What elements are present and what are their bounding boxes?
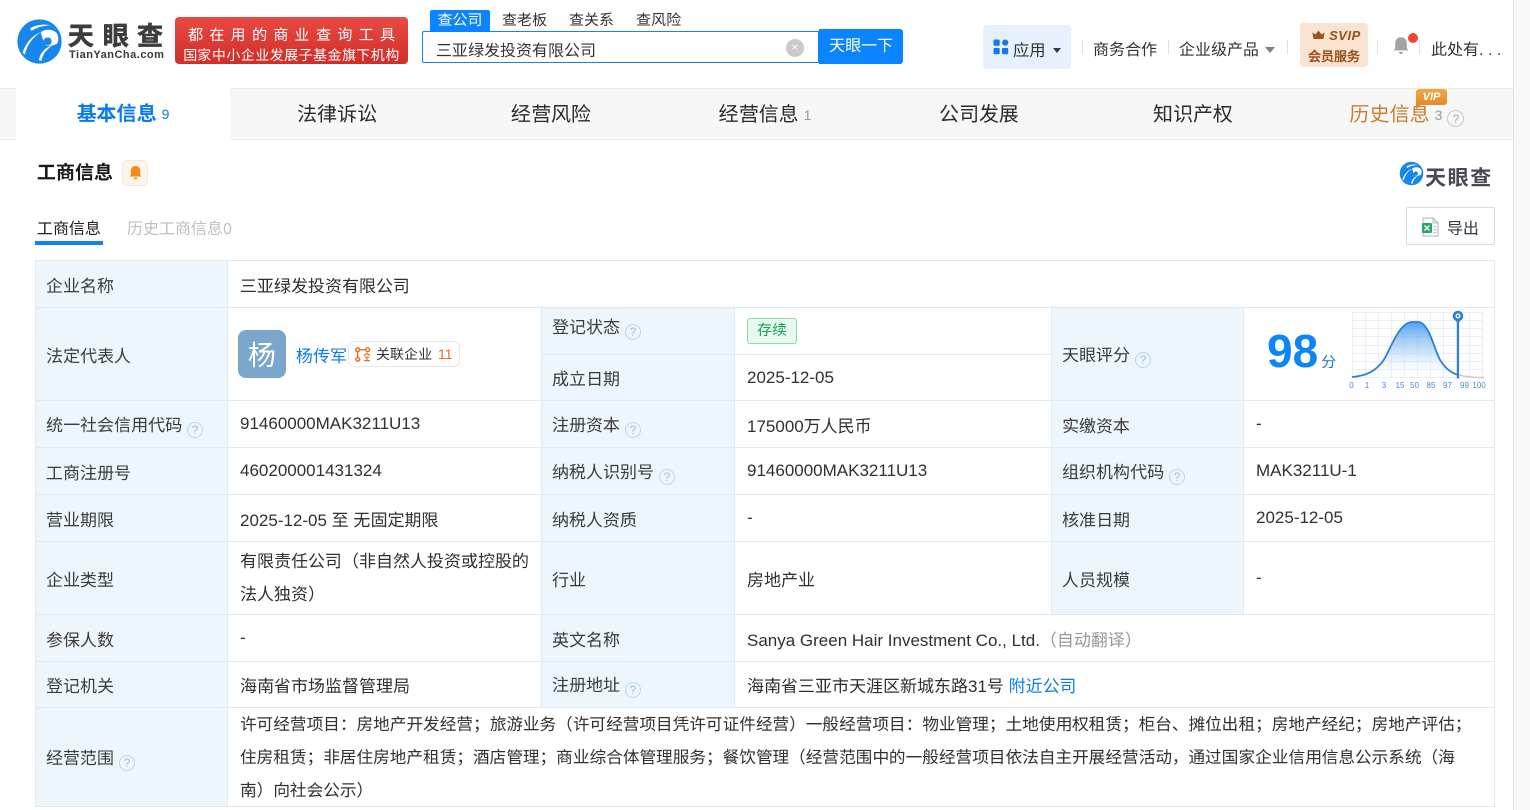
svg-text:85: 85 xyxy=(1427,381,1436,390)
svg-text:100: 100 xyxy=(1472,381,1486,390)
svg-text:1: 1 xyxy=(1365,381,1370,390)
svg-text:3: 3 xyxy=(1382,381,1387,390)
svg-text:99: 99 xyxy=(1460,381,1469,390)
svg-text:15: 15 xyxy=(1396,381,1405,390)
svg-text:97: 97 xyxy=(1443,381,1452,390)
svg-text:0: 0 xyxy=(1349,381,1354,390)
svg-text:50: 50 xyxy=(1410,381,1419,390)
